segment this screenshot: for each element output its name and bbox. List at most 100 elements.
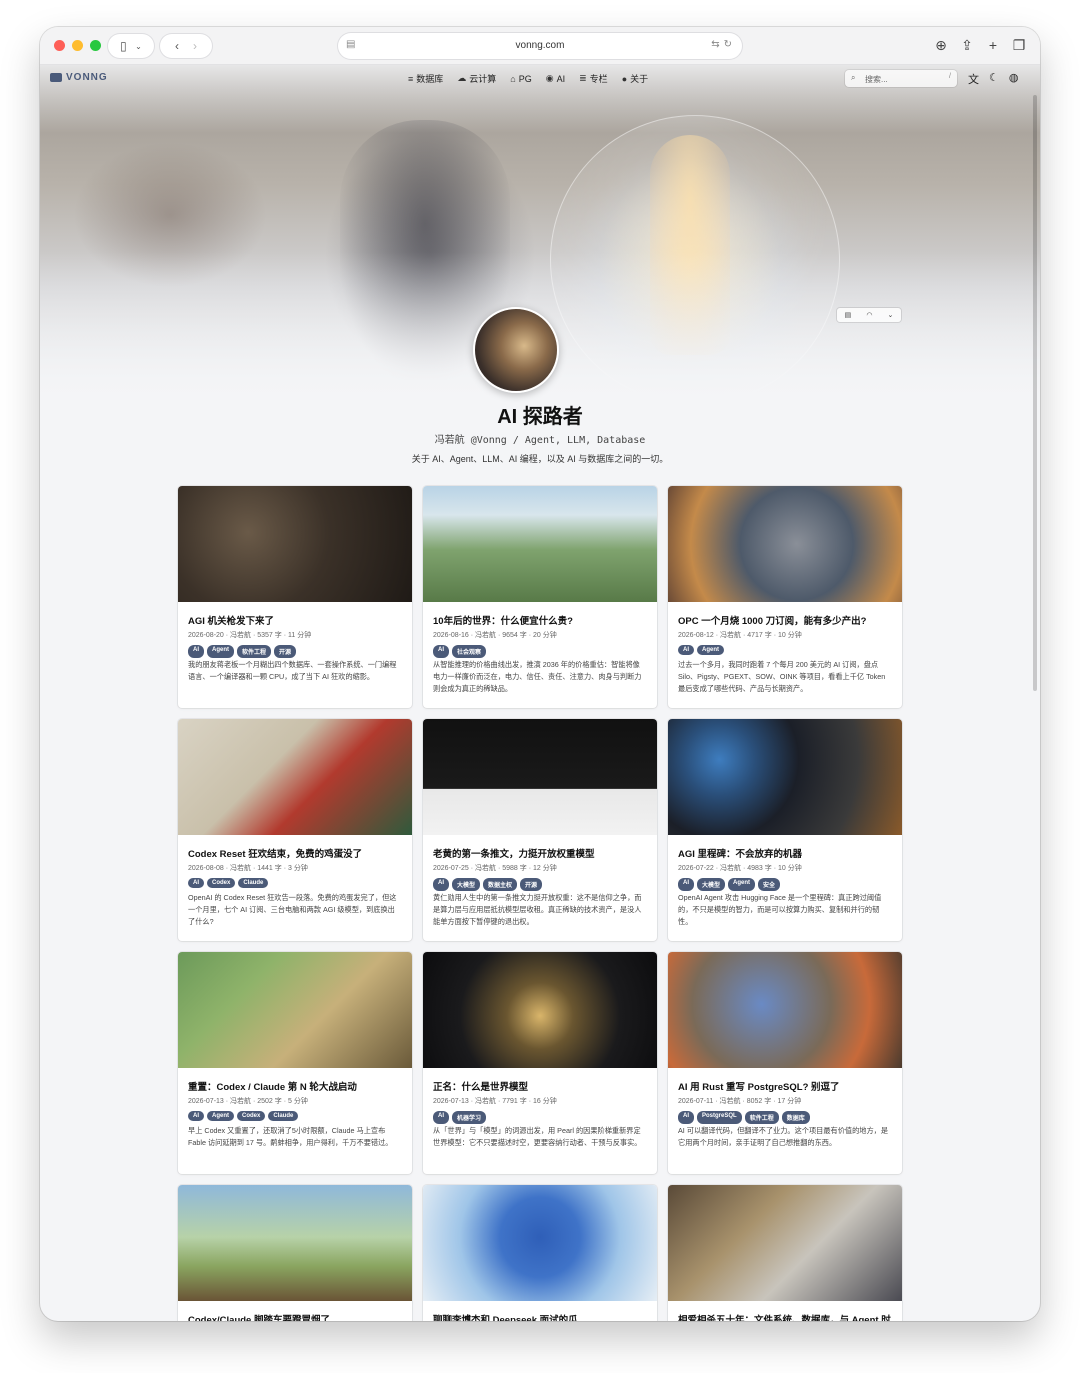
post-title[interactable]: AGI 里程碑：不会放弃的机器 (678, 846, 892, 860)
post-title[interactable]: Codex/Claude 脚踏车要蹬冒烟了 (188, 1312, 402, 1321)
tag-badge[interactable]: 机器学习 (452, 1111, 487, 1124)
post-cover-image[interactable] (668, 719, 902, 835)
share-icon[interactable]: ⇪ (960, 36, 974, 54)
tag-badge[interactable]: Codex (207, 878, 236, 888)
post-card[interactable]: 相爱相杀五十年：文件系统、数据库，与 Agent 时 (668, 1185, 902, 1321)
post-card[interactable]: 聊聊李博杰和 Deepseek 面试的瓜 (423, 1185, 657, 1321)
close-window-button[interactable] (54, 40, 65, 51)
tag-badge[interactable]: AI (433, 1111, 449, 1124)
post-cover-image[interactable] (178, 719, 412, 835)
post-title[interactable]: AI 用 Rust 重写 PostgreSQL? 别逗了 (678, 1079, 892, 1093)
tag-badge[interactable]: AI (678, 645, 694, 655)
tag-badge[interactable]: Agent (207, 645, 234, 658)
post-title[interactable]: 聊聊李博杰和 Deepseek 面试的瓜 (433, 1312, 647, 1321)
post-cover-image[interactable] (178, 486, 412, 602)
minimize-window-button[interactable] (72, 40, 83, 51)
tab-overview-icon[interactable]: ❐ (1012, 36, 1026, 54)
dark-mode-icon[interactable]: ☾ (989, 71, 999, 87)
post-cover-image[interactable] (423, 486, 657, 602)
logo-icon (50, 73, 62, 82)
nav-item-ai[interactable]: ◉ AI (546, 72, 565, 85)
tag-badge[interactable]: 软件工程 (237, 645, 272, 658)
reload-icon[interactable]: ↻ (724, 39, 732, 50)
zoom-window-button[interactable] (90, 40, 101, 51)
search-input[interactable]: ⌕ 搜索... / (845, 70, 957, 87)
post-card[interactable]: 正名：什么是世界模型 2026-07-13 · 冯若航 · 7791 字 · 16… (423, 952, 657, 1174)
tag-badge[interactable]: PostgreSQL (697, 1111, 742, 1124)
post-cover-image[interactable] (668, 1185, 902, 1301)
post-title[interactable]: 相爱相杀五十年：文件系统、数据库，与 Agent 时 (678, 1312, 892, 1321)
tag-badge[interactable]: AI (433, 645, 449, 658)
post-cover-image[interactable] (423, 719, 657, 835)
post-title[interactable]: 10年后的世界：什么便宜什么贵? (433, 613, 647, 627)
tag-badge[interactable]: 软件工程 (744, 1111, 779, 1124)
tag-badge[interactable]: AI (188, 645, 204, 658)
post-card[interactable]: 10年后的世界：什么便宜什么贵? 2026-08-16 · 冯若航 · 9654 … (423, 486, 657, 708)
nav-item-column[interactable]: ≣ 专栏 (579, 72, 608, 85)
post-title[interactable]: AGI 机关枪发下来了 (188, 613, 402, 627)
tag-badge[interactable]: 大模型 (697, 878, 726, 891)
post-excerpt: 黄仁勋用人生中的第一条推文力挺开放权重：这不是信仰之争，而是算力层与应用层抵抗模… (433, 893, 642, 926)
post-card[interactable]: AI 用 Rust 重写 PostgreSQL? 别逗了 2026-07-11 ·… (668, 952, 902, 1174)
nav-item-database[interactable]: ≡ 数据库 (408, 72, 443, 85)
tag-badge[interactable]: AI (188, 1111, 204, 1121)
site-logo[interactable]: VONNG (50, 72, 108, 83)
tag-badge[interactable]: Agent (207, 1111, 234, 1121)
post-cover-image[interactable] (178, 952, 412, 1068)
tag-badge[interactable]: 开源 (520, 878, 543, 891)
back-icon[interactable]: ‹ (175, 39, 179, 53)
post-cover-image[interactable] (668, 952, 902, 1068)
tag-badge[interactable]: 大模型 (452, 878, 481, 891)
post-cover-image[interactable] (178, 1185, 412, 1301)
tag-badge[interactable]: Codex (237, 1111, 266, 1121)
post-title[interactable]: Codex Reset 狂欢结束，免费的鸡蛋没了 (188, 846, 402, 860)
url-text[interactable]: vonng.com (338, 40, 742, 51)
post-cover-image[interactable] (668, 486, 902, 602)
tag-badge[interactable]: AI (188, 878, 204, 888)
tag-badge[interactable]: Claude (268, 1111, 299, 1121)
reader-icon[interactable]: ▤ (845, 311, 852, 319)
tag-badge[interactable]: Agent (728, 878, 756, 891)
tag-badge[interactable]: 社会观察 (452, 645, 487, 658)
sidebar-icon[interactable]: ▯ (120, 39, 127, 53)
translate-page-icon[interactable]: ⇆ (711, 39, 719, 50)
downloads-icon[interactable]: ⊕ (934, 36, 948, 54)
address-bar[interactable]: ▤ vonng.com ⇆ ↻ (338, 33, 742, 59)
post-card[interactable]: OPC 一个月烧 1000 刀订阅，能有多少产出? 2026-08-12 · 冯若… (668, 486, 902, 708)
tag-badge[interactable]: 安全 (758, 878, 781, 891)
nav-actions: 文 ☾ ◍ (968, 71, 1018, 87)
post-card[interactable]: 老黄的第一条推文，力挺开放权重模型 2026-07-25 · 冯若航 · 5988… (423, 719, 657, 941)
tag-badge[interactable]: Agent (697, 645, 724, 655)
post-cover-image[interactable] (423, 1185, 657, 1301)
post-card[interactable]: AGI 里程碑：不会放弃的机器 2026-07-22 · 冯若航 · 4983 字… (668, 719, 902, 941)
github-icon[interactable]: ◍ (1009, 71, 1019, 87)
post-title[interactable]: OPC 一个月烧 1000 刀订阅，能有多少产出? (678, 613, 892, 627)
new-tab-icon[interactable]: + (986, 36, 1000, 54)
forward-icon[interactable]: › (193, 39, 197, 53)
post-title[interactable]: 老黄的第一条推文，力挺开放权重模型 (433, 846, 647, 860)
post-card[interactable]: AGI 机关枪发下来了 2026-08-20 · 冯若航 · 5357 字 · 1… (178, 486, 412, 708)
chevron-down-icon[interactable]: ⌄ (135, 42, 142, 51)
post-cover-image[interactable] (423, 952, 657, 1068)
tag-badge[interactable]: Claude (238, 878, 269, 888)
post-card[interactable]: Codex Reset 狂欢结束，免费的鸡蛋没了 2026-08-08 · 冯若航… (178, 719, 412, 941)
chevron-down-icon[interactable]: ⌄ (888, 311, 894, 319)
rss-icon[interactable]: ◠ (866, 311, 872, 319)
post-title[interactable]: 正名：什么是世界模型 (433, 1079, 647, 1093)
scrollbar[interactable] (1033, 95, 1037, 691)
post-title[interactable]: 重置：Codex / Claude 第 N 轮大战启动 (188, 1079, 402, 1093)
tag-badge[interactable]: 开源 (274, 645, 297, 658)
sidebar-toggle[interactable]: ▯ ⌄ (108, 34, 154, 58)
tag-badge[interactable]: 数据库 (781, 1111, 810, 1124)
tag-badge[interactable]: AI (678, 878, 694, 891)
post-card[interactable]: 重置：Codex / Claude 第 N 轮大战启动 2026-07-13 · … (178, 952, 412, 1174)
tag-badge[interactable]: AI (433, 878, 449, 891)
nav-item-pg[interactable]: ⌂ PG (510, 72, 531, 85)
tag-badge[interactable]: 数据主权 (483, 878, 518, 891)
post-card[interactable]: Codex/Claude 脚踏车要蹬冒烟了 (178, 1185, 412, 1321)
translate-icon[interactable]: 文 (968, 71, 979, 87)
tag-badge[interactable]: AI (678, 1111, 694, 1124)
post-tags: AI Agent Codex Claude (188, 1111, 299, 1121)
nav-item-about[interactable]: ● 关于 (622, 72, 648, 85)
nav-item-cloud[interactable]: ☁ 云计算 (457, 72, 496, 85)
